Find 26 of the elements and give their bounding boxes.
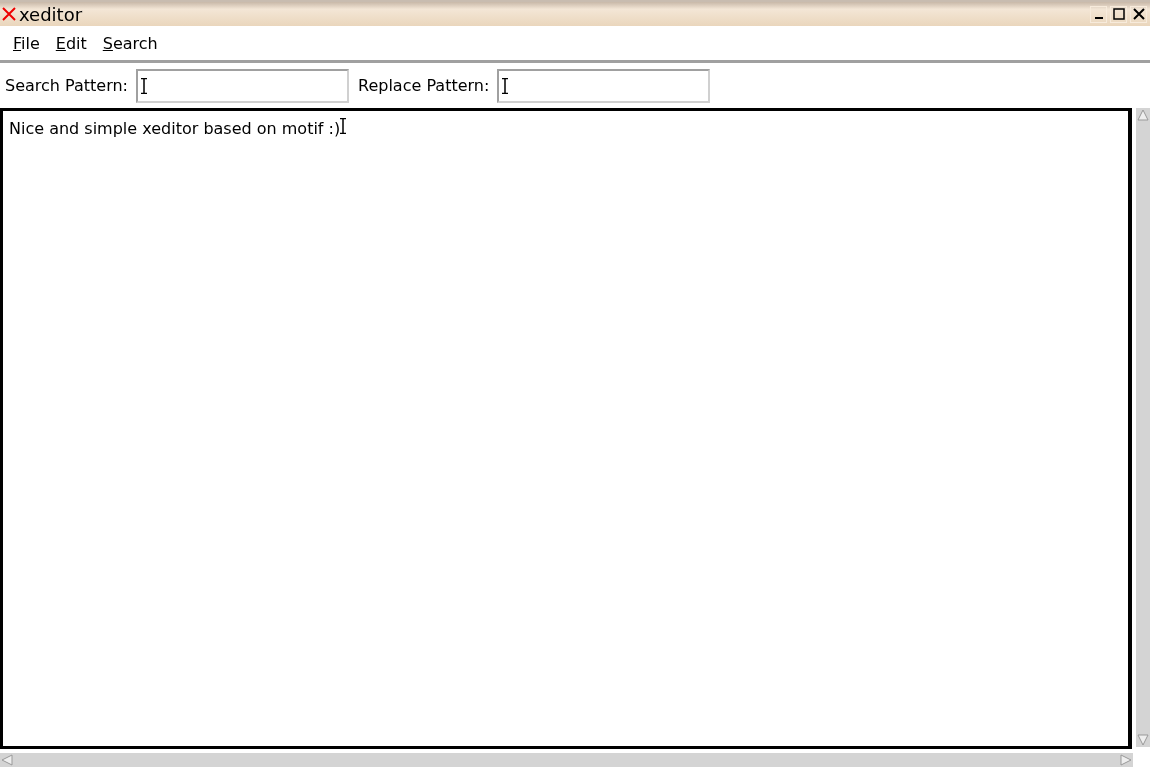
close-icon (1132, 8, 1145, 20)
field-label: Search Pattern: (5, 76, 128, 95)
field-label: Replace Pattern: (358, 76, 490, 95)
menu-item[interactable]: Search (102, 33, 158, 53)
replace-pattern-field[interactable] (497, 68, 711, 103)
text-cursor-icon (141, 77, 147, 94)
scroll-down-icon[interactable] (1136, 733, 1150, 747)
editor-text: Nice and simple xeditor based on motif :) (9, 119, 341, 138)
maximize-icon (1112, 8, 1125, 20)
scroll-left-icon[interactable] (0, 753, 14, 767)
horizontal-scrollbar[interactable] (0, 753, 1133, 767)
maximize-button[interactable] (1110, 5, 1127, 23)
text-editor[interactable]: Nice and simple xeditor based on motif :) (0, 108, 1132, 749)
window-title: xeditor (19, 3, 84, 25)
search-pattern-field[interactable] (136, 68, 349, 103)
scroll-up-icon[interactable] (1136, 108, 1150, 122)
text-cursor-icon (502, 77, 509, 94)
minimize-icon (1094, 17, 1103, 19)
close-icon[interactable] (2, 7, 16, 21)
minimize-button[interactable] (1090, 5, 1107, 23)
vertical-scrollbar[interactable] (1136, 108, 1150, 747)
scroll-right-icon[interactable] (1119, 753, 1133, 767)
close-button[interactable] (1130, 5, 1147, 23)
menu-item[interactable]: Edit (55, 33, 87, 53)
text-cursor-icon (340, 118, 347, 134)
menu-item[interactable]: File (13, 33, 40, 53)
